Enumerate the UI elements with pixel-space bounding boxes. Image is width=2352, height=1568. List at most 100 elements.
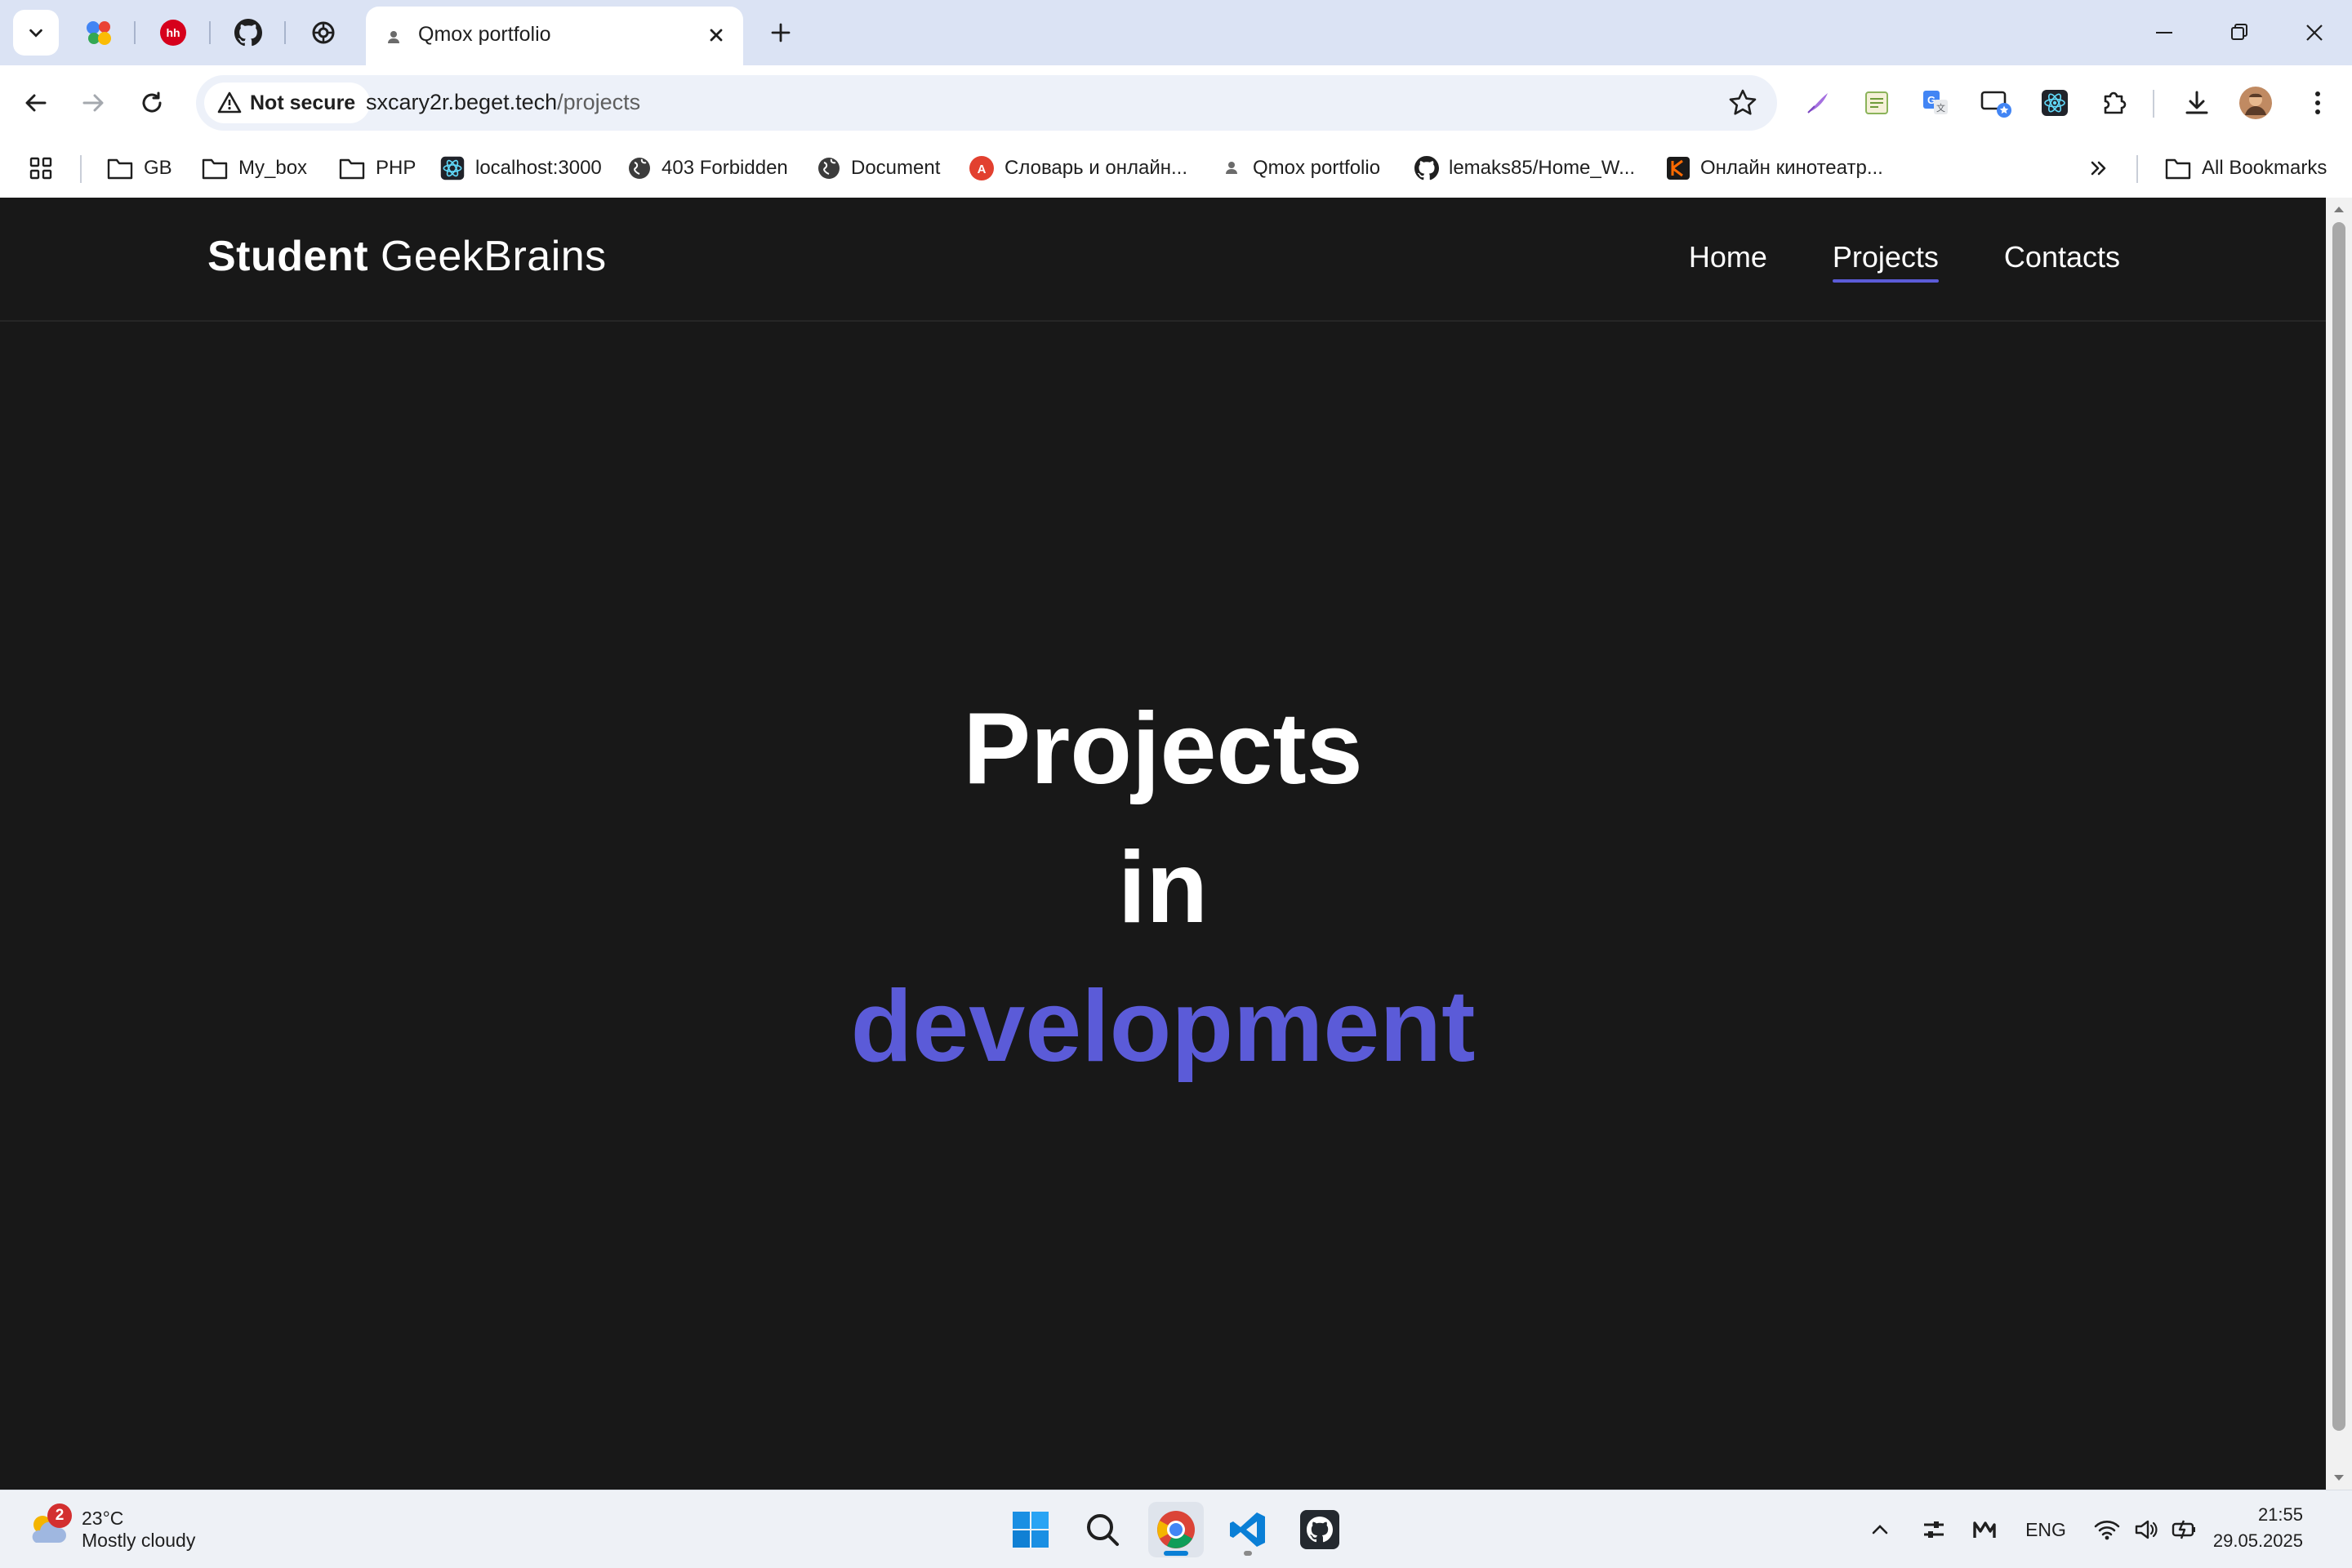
meter-icon (1973, 1521, 1996, 1538)
tab-separator (284, 21, 286, 44)
tray-app-2[interactable] (1967, 1510, 2002, 1549)
bookmark-github-repo[interactable]: lemaks85/Home_W... (1414, 152, 1635, 185)
extension-quill[interactable] (1798, 83, 1838, 122)
weather-icon-wrap: 2 (24, 1503, 72, 1552)
bookmark-online-cinema[interactable]: Онлайн кинотеатр... (1666, 152, 1883, 185)
wifi-status[interactable] (2089, 1510, 2125, 1549)
back-button[interactable] (15, 82, 57, 124)
colorful-app-icon (87, 21, 111, 45)
pinned-tab-chatgpt[interactable] (302, 11, 345, 54)
url-text[interactable]: sxcary2r.beget.tech/projects (366, 90, 640, 115)
all-bookmarks-button[interactable]: All Bookmarks (2164, 152, 2327, 185)
bookmark-label: 403 Forbidden (662, 157, 788, 179)
extension-screen[interactable] (1976, 83, 2016, 122)
running-indicator (1164, 1551, 1188, 1556)
site-logo[interactable]: Student GeekBrains (207, 232, 607, 281)
downloads-button[interactable] (2177, 83, 2216, 122)
close-icon[interactable] (704, 23, 728, 47)
bookmark-403-forbidden[interactable]: 403 Forbidden (627, 152, 788, 185)
weather-widget[interactable]: 2 23°C Mostly cloudy (24, 1502, 195, 1557)
logo-bold-text: Student (207, 233, 369, 280)
openai-icon (312, 21, 335, 44)
person-icon (1226, 162, 1237, 174)
extensions-button[interactable] (2094, 83, 2133, 122)
forward-button[interactable] (72, 82, 114, 124)
minimize-button[interactable] (2135, 11, 2194, 54)
tab-title: Qmox portfolio (418, 23, 551, 46)
pinned-tab-hh[interactable]: hh (152, 11, 194, 54)
weather-temperature: 23°C (82, 1508, 124, 1529)
minimize-icon (2156, 32, 2172, 33)
search-button[interactable] (1075, 1502, 1130, 1557)
hero-heading: Projects in development (0, 679, 2326, 1096)
system-clock[interactable]: 21:55 29.05.2025 (2213, 1502, 2303, 1554)
language-label: ENG (2025, 1518, 2066, 1540)
all-bookmarks-label: All Bookmarks (2202, 157, 2328, 179)
battery-charging-icon (2172, 1520, 2195, 1539)
bookmark-dictionary[interactable]: A Словарь и онлайн... (969, 152, 1187, 185)
scroll-thumb[interactable] (2332, 222, 2345, 1431)
url-path: /projects (557, 90, 641, 114)
quill-icon (1807, 93, 1828, 114)
tab-separator (134, 21, 136, 44)
scroll-up-arrow-icon[interactable] (2331, 201, 2347, 217)
new-tab-button[interactable] (763, 15, 799, 51)
language-indicator[interactable]: ENG (2017, 1510, 2074, 1549)
pinned-tab-github[interactable] (227, 11, 270, 54)
warning-icon (217, 91, 242, 114)
bookmark-label: Document (851, 157, 941, 179)
menu-button[interactable] (2298, 83, 2337, 122)
bookmark-document[interactable]: Document (817, 152, 940, 185)
start-button[interactable] (1003, 1502, 1058, 1557)
apps-grid-icon (29, 157, 52, 180)
taskbar-github-desktop[interactable] (1292, 1502, 1348, 1557)
extension-react-devtools[interactable] (2035, 83, 2074, 122)
bookmark-folder-php[interactable]: PHP (338, 152, 416, 185)
tray-app-1[interactable] (1916, 1510, 1952, 1549)
close-icon (2306, 24, 2323, 41)
react-icon (2042, 90, 2068, 116)
reload-button[interactable] (131, 82, 173, 124)
bookmark-folder-gb[interactable]: GB (106, 152, 172, 185)
hero-line-accent: development (850, 970, 1476, 1083)
taskbar-vscode[interactable] (1220, 1502, 1276, 1557)
volume-status[interactable] (2128, 1510, 2164, 1549)
search-icon (1087, 1514, 1119, 1546)
tray-overflow-button[interactable] (1862, 1510, 1898, 1549)
bookmarks-overflow-button[interactable] (2087, 152, 2110, 185)
globe-icon (818, 158, 840, 179)
apps-button[interactable] (28, 152, 54, 185)
restore-button[interactable] (2210, 11, 2269, 54)
pinned-tab-ai[interactable] (78, 11, 120, 54)
tab-separator (209, 21, 211, 44)
extension-sheets[interactable] (1857, 83, 1896, 122)
profile-button[interactable] (2236, 83, 2275, 122)
nav-contacts[interactable]: Contacts (2004, 240, 2120, 279)
nav-home[interactable]: Home (1689, 240, 1767, 279)
bookmark-localhost[interactable]: localhost:3000 (439, 152, 602, 185)
site-header: Student GeekBrains Home Projects Contact… (0, 198, 2326, 322)
speaker-icon (2135, 1520, 2158, 1539)
tab-strip: hh Qmox portfolio (0, 0, 2352, 65)
bookmark-folder-my-box[interactable]: My_box (201, 152, 307, 185)
taskbar-chrome[interactable] (1148, 1502, 1204, 1557)
scroll-down-arrow-icon[interactable] (2331, 1470, 2347, 1486)
site-info-chip[interactable]: Not secure (204, 82, 371, 123)
tab-qmox-portfolio[interactable]: Qmox portfolio (366, 7, 743, 65)
screen-star-icon (1980, 91, 2011, 118)
wifi-icon (2094, 1521, 2120, 1540)
vertical-scrollbar[interactable] (2326, 198, 2352, 1490)
tab-search-button[interactable] (13, 10, 59, 56)
nav-projects[interactable]: Projects (1832, 240, 1939, 283)
close-window-button[interactable] (2285, 11, 2344, 54)
bookmark-star-icon[interactable] (1726, 87, 1759, 119)
battery-status[interactable] (2167, 1510, 2203, 1549)
bookmark-label: localhost:3000 (475, 157, 602, 179)
bookmark-qmox-portfolio[interactable]: Qmox portfolio (1220, 152, 1380, 185)
bookmark-label: lemaks85/Home_W... (1449, 157, 1636, 179)
extension-translate[interactable]: G文 (1916, 83, 1955, 122)
arrow-left-icon (25, 94, 47, 112)
address-bar[interactable]: Not secure sxcary2r.beget.tech/projects (196, 75, 1777, 131)
more-vertical-icon (2315, 91, 2320, 114)
sheet-icon (1865, 91, 1888, 114)
